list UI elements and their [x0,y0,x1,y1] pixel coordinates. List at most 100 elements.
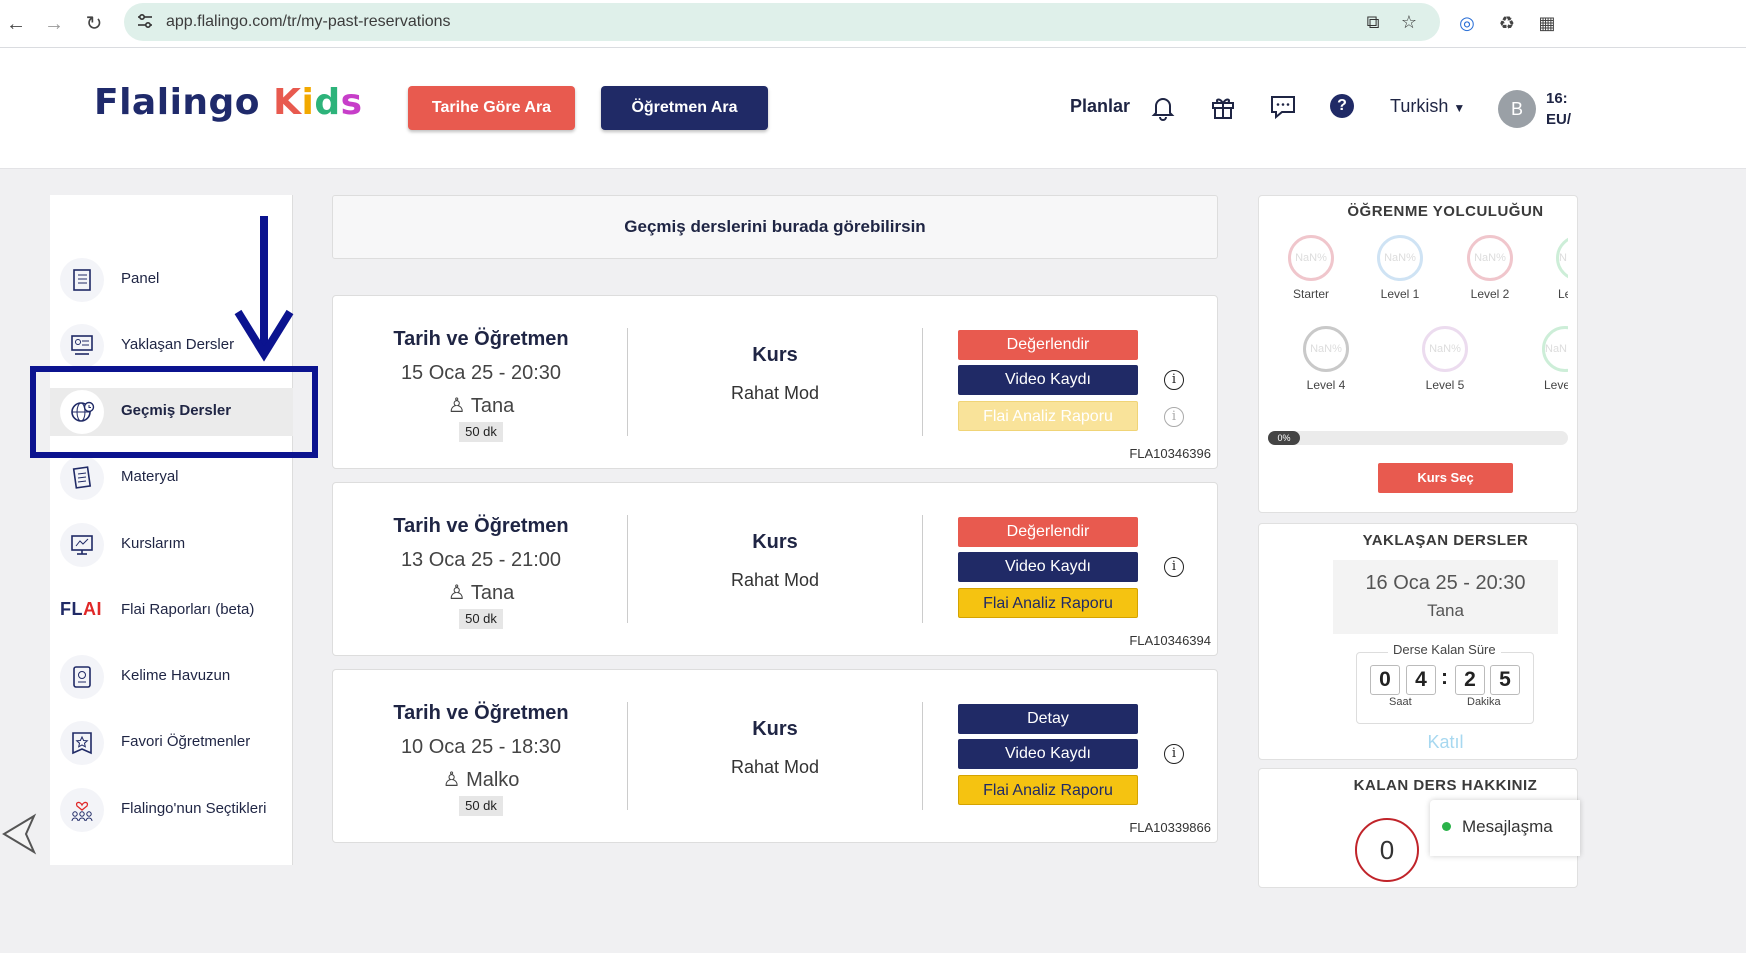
forward-arrow-icon[interactable]: → [40,10,68,38]
chat-bubble-icon[interactable] [1268,92,1298,122]
level-name: Level 4 [1306,378,1346,392]
level-2[interactable]: NaN% Level 2 [1445,235,1535,301]
progress-label: 0% [1268,431,1300,445]
journey-progress-bar: 0% [1268,431,1568,445]
teacher-name: Malko [466,769,520,791]
level-ring: NaN% [1422,326,1468,372]
install-app-icon[interactable]: ⧉ [1362,11,1384,33]
course-mode: Rahat Mod [730,383,820,403]
site-settings-icon[interactable] [136,12,154,30]
sidebar-item-label: Panel [121,270,160,287]
date-teacher-title: Tarih ve Öğretmen [393,328,569,350]
address-bar[interactable]: app.flalingo.com/tr/my-past-reservations… [124,3,1440,41]
plans-link[interactable]: Planlar [1070,96,1130,117]
lesson-date: 10 Oca 25 - 18:30 [400,736,562,758]
lesson-teacher: ♙ Malko [333,767,629,792]
countdown-digit: 4 [1406,665,1436,695]
countdown-label: Derse Kalan Süre [1388,642,1501,657]
level-name: Le [1558,287,1568,301]
logo-kids-letter: K [273,82,302,123]
sidebar-item-label: Kelime Havuzun [121,667,231,684]
clock-time: 16: [1546,90,1568,107]
level-1[interactable]: NaN% Level 1 [1355,235,1445,301]
online-status-dot [1442,822,1451,831]
back-arrow-icon[interactable]: ← [2,10,30,38]
column-divider [627,515,628,623]
sidebar-item-favorite-teachers[interactable]: Favori Öğretmenler [50,719,293,767]
logo-kids-letter: d [314,82,341,123]
sidebar-item-label: Materyal [121,468,179,485]
search-teacher-button[interactable]: Öğretmen Ara [601,86,768,130]
level-name: Leve [1544,378,1568,392]
sidebar-item-material[interactable]: Materyal [50,454,293,502]
teacher-name: Tana [470,582,515,604]
rate-button[interactable]: Değerlendir [958,517,1138,547]
rate-button[interactable]: Değerlendir [958,330,1138,360]
upcoming-lesson-box[interactable]: 16 Oca 25 - 20:30 Tana [1333,560,1558,634]
avatar[interactable]: B [1498,90,1536,128]
scroll-left-arrow-icon[interactable] [0,812,40,856]
select-course-button[interactable]: Kurs Seç [1378,463,1513,493]
people-heart-icon [60,788,104,832]
date-teacher-title: Tarih ve Öğretmen [393,702,569,724]
messaging-widget[interactable]: Mesajlaşma [1430,800,1580,856]
sidebar-item-my-courses[interactable]: Kurslarım [50,521,293,569]
sidebar-item-flai-reports[interactable]: FLAI Flai Raporları (beta) [50,587,293,635]
upcoming-lesson-teacher: Tana [1427,601,1464,620]
level-starter[interactable]: NaN% Starter [1266,235,1356,301]
join-button[interactable]: Katıl [1258,732,1633,753]
bookmark-star-icon[interactable]: ☆ [1398,11,1420,33]
info-icon[interactable]: i [1164,744,1184,764]
page-banner: Geçmiş derslerini burada görebilirsin [332,195,1218,259]
level-3[interactable]: N Le [1534,235,1568,301]
extension-puzzle-icon[interactable]: ♻ [1494,10,1520,36]
detail-button[interactable]: Detay [958,704,1138,734]
search-by-date-button[interactable]: Tarihe Göre Ara [408,86,575,130]
sidebar-item-label: Kurslarım [121,535,186,552]
flai-report-button[interactable]: Flai Analiz Raporu [958,775,1138,805]
lesson-date: 13 Oca 25 - 21:00 [400,549,562,571]
past-lesson-card: Tarih ve Öğretmen 10 Oca 25 - 18:30 ♙ Ma… [332,669,1218,843]
reservation-code: FLA10346394 [1129,633,1211,648]
video-recording-button[interactable]: Video Kaydı [958,552,1138,582]
course-title: Kurs [752,718,798,740]
url-text[interactable]: app.flalingo.com/tr/my-past-reservations [166,13,451,31]
site-header: Flalingo Kids Tarihe Göre Ara Öğretmen A… [0,48,1746,169]
flai-report-button[interactable]: Flai Analiz Raporu [958,588,1138,618]
learning-journey-title: ÖĞRENME YOLCULUĞUN [1347,203,1544,220]
info-icon[interactable]: i [1164,407,1184,427]
lesson-teacher: ♙ Tana [333,393,629,418]
sidebar-item-label: Flalingo'nun Seçtikleri [121,800,267,817]
flalingo-kids-logo[interactable]: Flalingo Kids [94,82,363,123]
help-icon[interactable]: ? [1330,94,1354,118]
level-name: Level 1 [1380,287,1420,301]
caret-down-icon: ▼ [1453,101,1466,115]
video-recording-button[interactable]: Video Kaydı [958,365,1138,395]
sidebar-item-word-pool[interactable]: Kelime Havuzun [50,653,293,701]
past-lesson-card: Tarih ve Öğretmen 13 Oca 25 - 21:00 ♙ Ta… [332,482,1218,656]
countdown-digit: 5 [1490,665,1520,695]
person-icon: ♙ [447,395,466,417]
qr-code-icon[interactable]: ▦ [1534,10,1560,36]
sidebar-item-flalingo-picks[interactable]: Flalingo'nun Seçtikleri [50,786,293,834]
logo-kids-letter: i [301,82,315,123]
info-icon[interactable]: i [1164,370,1184,390]
browser-toolbar: ← → ↻ app.flalingo.com/tr/my-past-reserv… [0,0,1746,48]
person-icon: ♙ [447,582,466,604]
extension-icon[interactable]: ◎ [1454,10,1480,36]
level-6[interactable]: NaN Leve [1520,326,1568,392]
upcoming-lessons-title: YAKLAŞAN DERSLER [1362,532,1529,549]
gift-icon[interactable] [1208,92,1238,122]
level-4[interactable]: NaN% Level 4 [1281,326,1371,392]
flai-report-button[interactable]: Flai Analiz Raporu [958,401,1138,431]
level-5[interactable]: NaN% Level 5 [1400,326,1490,392]
info-icon[interactable]: i [1164,557,1184,577]
monitor-icon [60,523,104,567]
flai-logo-text: FL [60,599,83,619]
bell-icon[interactable] [1148,92,1178,122]
video-recording-button[interactable]: Video Kaydı [958,739,1138,769]
countdown-unit-hours: Saat [1389,696,1412,708]
reload-icon[interactable]: ↻ [80,10,108,38]
countdown-digit: 2 [1455,665,1485,695]
language-dropdown[interactable]: Turkish ▼ [1390,96,1465,117]
